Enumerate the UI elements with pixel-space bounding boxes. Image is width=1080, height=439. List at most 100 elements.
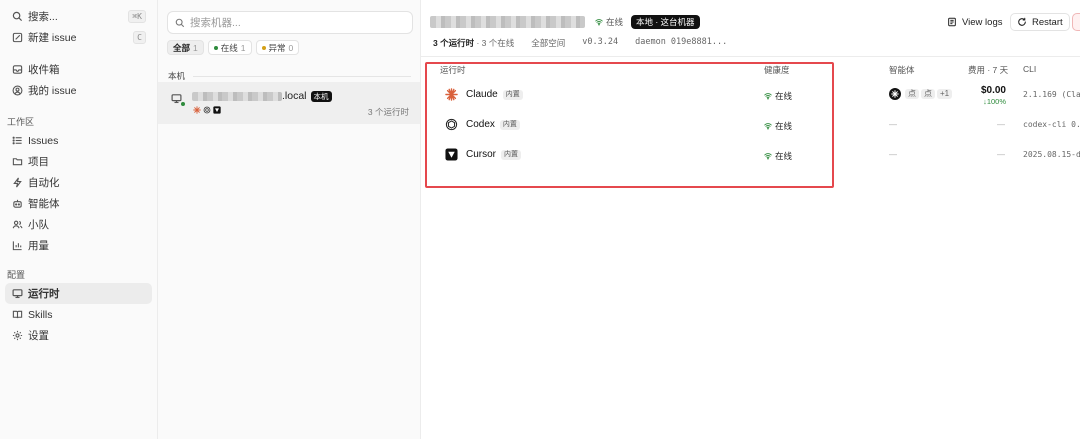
machine-status-text: 在线 — [606, 17, 624, 27]
runtime-row-cursor[interactable]: Cursor 内置 在线 — — 2025.08.15-dbc8d73 — [421, 139, 1080, 169]
filter-label: 全部 — [173, 42, 191, 53]
sidebar-item-label: 小队 — [28, 219, 49, 231]
claude-icon — [193, 106, 201, 114]
runtime-health: 在线 — [764, 120, 792, 132]
wifi-icon — [764, 153, 772, 160]
restart-icon — [1018, 17, 1026, 26]
sidebar-item-label: 用量 — [28, 240, 49, 252]
sidebar-item-agents[interactable]: 智能体 — [5, 193, 152, 214]
monitor-icon — [12, 288, 23, 299]
agent-avatar-icon — [889, 88, 901, 100]
agent-more: +1 — [937, 89, 953, 99]
restart-label: Restart — [1032, 16, 1063, 28]
sidebar-item-usage[interactable]: 用量 — [5, 235, 152, 256]
folder-icon — [12, 156, 23, 167]
online-dot — [213, 45, 218, 50]
machine-status-dot — [180, 101, 186, 107]
cost-empty: — — [997, 150, 1005, 159]
cost-empty: — — [997, 120, 1005, 129]
main-panel: 在线 本地 · 这台机器 View logs Restart 3 个运行时 · … — [421, 0, 1080, 439]
sidebar-item-my-issues[interactable]: 我的 issue — [5, 80, 152, 101]
sidebar-item-label: 收件箱 — [28, 64, 60, 76]
wifi-icon — [595, 19, 603, 26]
health-text: 在线 — [775, 121, 793, 131]
filter-online[interactable]: 在线 1 — [207, 40, 252, 55]
daemon-version: v0.3.24 — [582, 37, 619, 47]
edit-icon — [12, 32, 23, 43]
column-agents: 智能体 — [889, 65, 915, 75]
delete-button[interactable] — [1072, 13, 1080, 31]
sidebar-item-skills[interactable]: Skills — [5, 304, 152, 325]
inbox-icon — [12, 64, 23, 75]
bar-chart-icon — [12, 240, 23, 251]
health-text: 在线 — [775, 151, 793, 161]
column-health: 健康度 — [764, 65, 790, 75]
filter-all[interactable]: 全部 1 — [167, 40, 204, 55]
runtime-summary: 3 个运行时 · 3 个在线 — [433, 37, 514, 49]
bolt-icon — [12, 177, 23, 188]
machine-search[interactable] — [167, 11, 413, 34]
runtime-row-codex[interactable]: Codex 内置 在线 — — codex-cli 0.124.0 — [421, 109, 1080, 139]
section-workspace: 工作区 — [7, 116, 35, 127]
view-logs-button[interactable]: View logs — [941, 13, 1009, 31]
cursor-icon — [213, 106, 221, 114]
search-icon — [12, 11, 23, 22]
restart-button[interactable]: Restart — [1010, 13, 1070, 31]
sidebar-item-label: 智能体 — [28, 198, 60, 210]
health-text: 在线 — [775, 91, 793, 101]
sidebar-item-automation[interactable]: 自动化 — [5, 172, 152, 193]
openai-icon — [445, 118, 458, 131]
book-icon — [12, 309, 23, 320]
runtime-name: Codex 内置 — [466, 119, 520, 130]
machine-online-status: 在线 — [595, 16, 623, 28]
column-runtime: 运行时 — [440, 65, 466, 75]
local-machine-badge: 本地 · 这台机器 — [631, 15, 700, 29]
local-machine-tag: 本机 — [310, 90, 332, 102]
runtime-name: Claude 内置 — [466, 89, 523, 100]
user-circle-icon — [12, 85, 23, 96]
sidebar-item-label: 运行时 — [28, 288, 60, 300]
agents-empty: — — [889, 150, 897, 159]
sidebar-item-inbox[interactable]: 收件箱 — [5, 59, 152, 80]
sidebar-new-issue[interactable]: 新建 issue C — [5, 27, 152, 48]
filter-count: 1 — [240, 42, 246, 53]
new-issue-shortcut: C — [133, 31, 146, 44]
machine-search-input[interactable] — [190, 16, 400, 29]
runtime-health: 在线 — [764, 90, 792, 102]
filter-label: 异常 — [268, 42, 286, 53]
machines-panel: 全部 1 在线 1 异常 0 本机 .local 本机 3 个运行时 — [158, 0, 421, 439]
runtime-row-claude[interactable]: Claude 内置 在线 点 点 +1 $0.00 ↓100% 2.1.169 (… — [421, 79, 1080, 109]
column-cost: 费用 · 7 天 — [968, 65, 1009, 75]
users-icon — [12, 219, 23, 230]
sidebar-item-squads[interactable]: 小队 — [5, 214, 152, 235]
gear-icon — [12, 330, 23, 341]
runtime-agents[interactable]: 点 点 +1 — [889, 88, 953, 100]
sidebar-item-settings[interactable]: 设置 — [5, 325, 152, 346]
machine-name-suffix: .local — [282, 90, 307, 102]
claude-icon — [445, 88, 458, 101]
machine-summary: 3 个运行时 · 3 个在线 全部空间 v0.3.24 daemon 019e8… — [433, 37, 727, 49]
redacted-hostname — [192, 91, 282, 101]
wifi-icon — [764, 123, 772, 130]
list-icon — [12, 135, 23, 146]
sidebar-item-label: Skills — [28, 308, 53, 321]
warning-dot — [261, 45, 266, 50]
sidebar-item-runtimes[interactable]: 运行时 — [5, 283, 152, 304]
filter-count: 1 — [193, 42, 198, 53]
builtin-tag: 内置 — [502, 89, 523, 100]
builtin-tag: 内置 — [501, 149, 522, 160]
sidebar-search[interactable]: 搜索... ⌘K — [5, 6, 152, 27]
runtime-cli-version: 2025.08.15-dbc8d73 — [1023, 150, 1080, 159]
workspace-scope: 全部空间 — [531, 38, 566, 48]
cost-delta: ↓100% — [983, 97, 1006, 106]
runtime-cli-version: 2.1.169 (Claude Code) — [1023, 90, 1080, 99]
filter-abnormal[interactable]: 异常 0 — [255, 40, 300, 55]
sidebar: 搜索... ⌘K 新建 issue C 收件箱 我的 issue 工作区 Iss… — [0, 0, 158, 439]
runtime-health: 在线 — [764, 150, 792, 162]
runtime-count: 3 个运行时 — [433, 38, 475, 48]
sidebar-item-issues[interactable]: Issues — [5, 130, 152, 151]
filter-count: 0 — [288, 42, 294, 53]
sidebar-item-projects[interactable]: 项目 — [5, 151, 152, 172]
machine-row[interactable]: .local 本机 3 个运行时 — [158, 82, 420, 124]
cost-value: $0.00 — [980, 85, 1006, 96]
